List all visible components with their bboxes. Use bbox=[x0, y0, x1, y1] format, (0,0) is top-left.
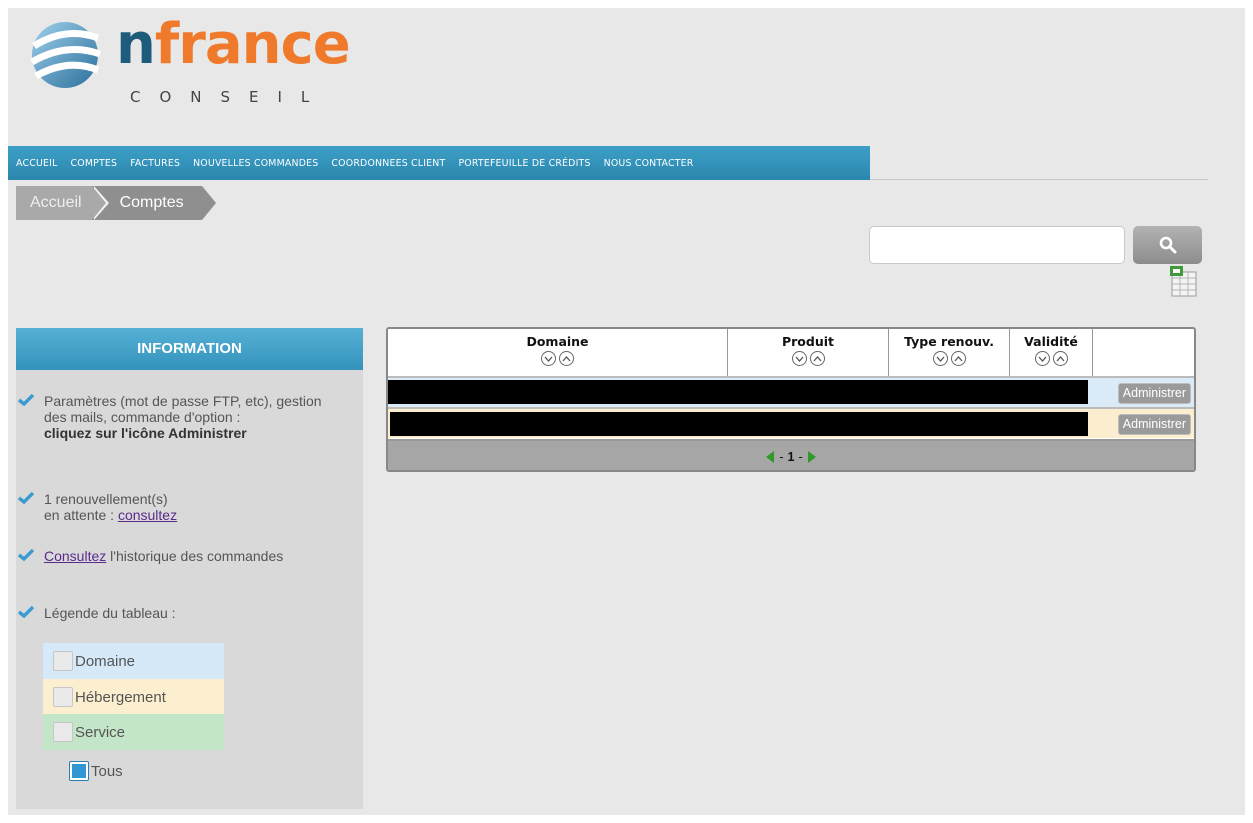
info-renouvellement-text: 1 renouvellement(s) bbox=[44, 491, 168, 507]
nav-item-comptes[interactable]: COMPTES bbox=[71, 158, 118, 169]
sort-desc-icon[interactable] bbox=[932, 351, 948, 366]
column-produit-label: Produit bbox=[781, 334, 835, 349]
administrer-button[interactable]: Administrer bbox=[1117, 414, 1191, 435]
sort-desc-icon[interactable] bbox=[791, 351, 807, 366]
legend-service[interactable]: Service bbox=[43, 714, 224, 750]
search-button[interactable] bbox=[1133, 226, 1202, 264]
legend-tous[interactable]: Tous bbox=[43, 753, 224, 789]
sort-controls bbox=[728, 351, 888, 366]
info-legende-text: Légende du tableau : bbox=[44, 605, 176, 621]
nav-item-portefeuille-credits[interactable]: PORTEFEUILLE DE CRÉDITS bbox=[458, 158, 590, 169]
info-parametres-text: Paramètres (mot de passe FTP, etc), gest… bbox=[44, 393, 322, 425]
column-validite-label: Validité bbox=[1024, 334, 1078, 349]
check-icon bbox=[18, 549, 34, 561]
legend-domaine[interactable]: Domaine bbox=[43, 643, 224, 679]
legend-domaine-label: Domaine bbox=[75, 652, 136, 670]
administrer-button[interactable]: Administrer bbox=[1117, 383, 1191, 404]
nav-item-accueil[interactable]: ACCUEIL bbox=[16, 158, 58, 169]
brand-logo[interactable]: nfrance CONSEIL bbox=[26, 12, 386, 114]
info-item-historique: Consultez l'historique des commandes bbox=[18, 548, 338, 564]
legend-hebergement[interactable]: Hébergement bbox=[43, 679, 224, 715]
main-nav: ACCUEIL COMPTES FACTURES NOUVELLES COMMA… bbox=[8, 146, 870, 180]
nav-item-nouvelles-commandes[interactable]: NOUVELLES COMMANDES bbox=[193, 158, 318, 169]
breadcrumb-home[interactable]: Accueil bbox=[16, 186, 109, 220]
column-header-produit: Produit bbox=[728, 329, 889, 376]
sort-asc-icon[interactable] bbox=[809, 351, 825, 366]
table-row: Administrer bbox=[388, 407, 1194, 438]
info-item-legende: Légende du tableau : bbox=[18, 605, 338, 621]
pager-separator: - bbox=[798, 449, 803, 464]
sort-asc-icon[interactable] bbox=[559, 351, 574, 366]
column-header-validite: Validité bbox=[1010, 329, 1093, 376]
legend-tous-checkbox[interactable] bbox=[69, 761, 89, 781]
breadcrumb: Accueil Comptes bbox=[16, 186, 216, 220]
info-item-parametres: Paramètres (mot de passe FTP, etc), gest… bbox=[18, 393, 338, 441]
globe-logo-icon bbox=[30, 22, 102, 88]
redacted-row-content bbox=[388, 380, 1088, 404]
spreadsheet-export-icon[interactable] bbox=[1169, 266, 1199, 298]
check-icon bbox=[18, 606, 34, 618]
sort-desc-icon[interactable] bbox=[541, 351, 556, 366]
column-type-renouv-label: Type renouv. bbox=[904, 334, 994, 349]
info-item-renouvellement: 1 renouvellement(s) en attente : consult… bbox=[18, 491, 338, 523]
check-icon bbox=[18, 394, 34, 406]
sort-controls bbox=[388, 351, 727, 366]
info-historique-text: l'historique des commandes bbox=[106, 548, 284, 564]
brand-wordmark: nfrance bbox=[116, 12, 351, 77]
search-icon bbox=[1159, 236, 1176, 254]
legend-service-label: Service bbox=[75, 723, 126, 741]
legend-service-checkbox[interactable] bbox=[53, 722, 73, 742]
redacted-row-content bbox=[390, 412, 1088, 436]
table-row: Administrer bbox=[388, 376, 1194, 407]
nav-divider bbox=[870, 179, 1208, 180]
search-input[interactable] bbox=[869, 226, 1125, 264]
info-parametres-bold: cliquez sur l'icône Administrer bbox=[44, 425, 247, 441]
legend-hebergement-label: Hébergement bbox=[75, 688, 166, 706]
legend-hebergement-checkbox[interactable] bbox=[53, 687, 73, 707]
pager-current-page[interactable]: 1 bbox=[788, 450, 795, 464]
legend-domaine-checkbox[interactable] bbox=[53, 651, 73, 671]
sort-asc-icon[interactable] bbox=[950, 351, 966, 366]
legend-tous-label: Tous bbox=[91, 762, 123, 780]
table-header: Domaine Produit Type renouv. Validité bbox=[388, 329, 1194, 376]
table-pager: - 1 - bbox=[388, 439, 1194, 470]
sort-controls bbox=[1010, 351, 1092, 366]
sort-desc-icon[interactable] bbox=[1034, 351, 1050, 366]
pager-separator: - bbox=[779, 449, 784, 464]
column-header-domaine: Domaine bbox=[388, 329, 728, 376]
accounts-table: Domaine Produit Type renouv. Validité Ad… bbox=[386, 327, 1196, 472]
column-domaine-label: Domaine bbox=[526, 334, 589, 349]
column-header-type-renouv: Type renouv. bbox=[889, 329, 1010, 376]
nav-item-nous-contacter[interactable]: NOUS CONTACTER bbox=[604, 158, 694, 169]
nav-item-coordonnees-client[interactable]: COORDONNEES CLIENT bbox=[331, 158, 445, 169]
pager-prev-icon[interactable] bbox=[766, 450, 775, 463]
pager-next-icon[interactable] bbox=[807, 450, 816, 463]
consultez-renouvellement-link[interactable]: consultez bbox=[118, 507, 177, 523]
consultez-historique-link[interactable]: Consultez bbox=[44, 548, 106, 564]
sort-controls bbox=[889, 351, 1009, 366]
nav-item-factures[interactable]: FACTURES bbox=[130, 158, 180, 169]
info-renouvellement-prefix: en attente : bbox=[44, 507, 118, 523]
information-title: INFORMATION bbox=[16, 328, 363, 370]
check-icon bbox=[18, 492, 34, 504]
sort-asc-icon[interactable] bbox=[1052, 351, 1068, 366]
brand-subtitle: CONSEIL bbox=[130, 88, 329, 106]
